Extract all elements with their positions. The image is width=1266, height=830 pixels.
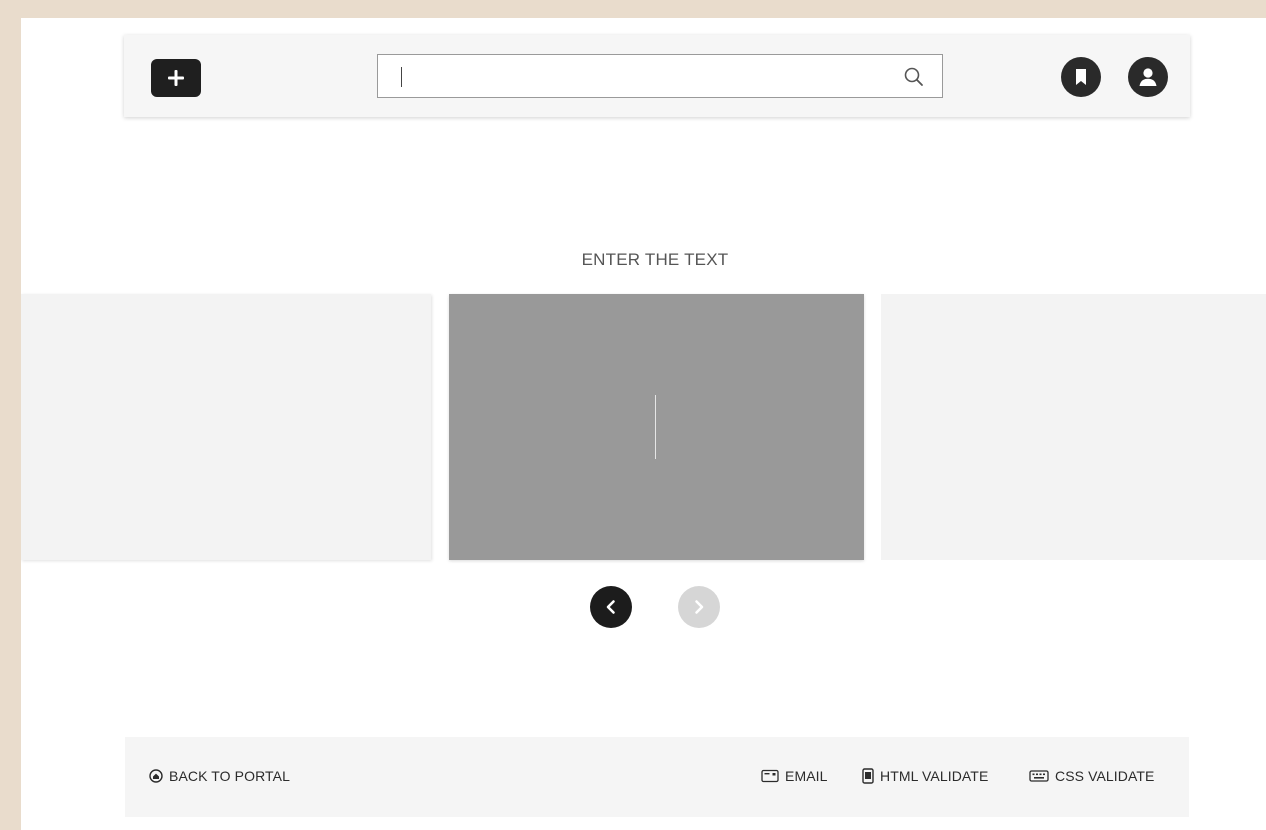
user-icon (1139, 68, 1157, 86)
page: ENTER THE TEXT BACK TO PORTAL EMAIL HTML… (21, 18, 1266, 830)
slide-text-cursor (655, 395, 656, 459)
carousel-slide-current[interactable] (449, 294, 864, 560)
carousel-slide-next[interactable] (881, 294, 1266, 560)
html-file-icon (862, 768, 874, 784)
search-box[interactable] (377, 54, 943, 98)
search-input[interactable] (378, 55, 898, 97)
plus-icon (168, 70, 184, 86)
search-icon[interactable] (903, 66, 925, 88)
footer: BACK TO PORTAL EMAIL HTML VALIDATE CSS V… (125, 737, 1189, 817)
chevron-left-icon (606, 600, 615, 614)
html-validate-link[interactable]: HTML VALIDATE (862, 768, 988, 784)
carousel-slide-previous[interactable] (21, 294, 431, 560)
html-validate-label: HTML VALIDATE (880, 768, 989, 784)
back-to-portal-link[interactable]: BACK TO PORTAL (149, 768, 290, 784)
carousel-prev-button[interactable] (590, 586, 632, 628)
home-icon (149, 769, 163, 783)
bookmark-icon (1076, 69, 1086, 85)
email-link[interactable]: EMAIL (761, 768, 828, 784)
bookmark-button[interactable] (1061, 57, 1101, 97)
back-to-portal-label: BACK TO PORTAL (169, 768, 290, 784)
chevron-right-icon (695, 600, 704, 614)
email-label: EMAIL (785, 768, 828, 784)
css-validate-label: CSS VALIDATE (1055, 768, 1155, 784)
text-cursor (401, 67, 402, 87)
carousel-next-button[interactable] (678, 586, 720, 628)
carousel-title: ENTER THE TEXT (581, 250, 729, 269)
email-icon (761, 769, 779, 783)
add-button[interactable] (151, 59, 201, 97)
top-header (124, 35, 1190, 117)
keyboard-icon (1029, 770, 1049, 782)
css-validate-link[interactable]: CSS VALIDATE (1029, 768, 1155, 784)
profile-button[interactable] (1128, 57, 1168, 97)
